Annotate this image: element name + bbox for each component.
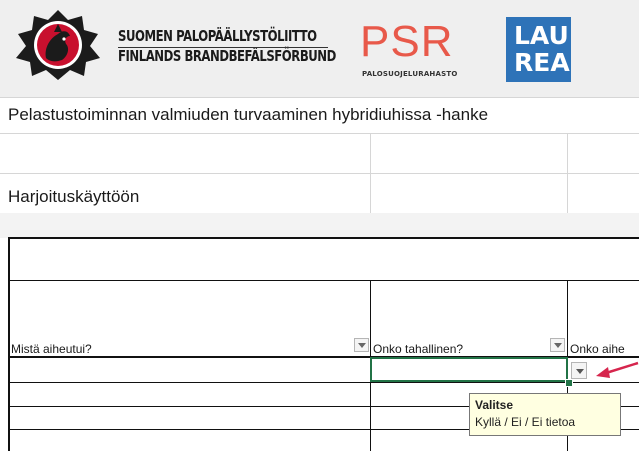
spl-name: SUOMEN PALOPÄÄLLYSTÖLIITTO FINLANDS BRAN… — [118, 26, 397, 66]
dropdown-arrow-icon — [358, 343, 366, 348]
annotation-arrow-icon — [596, 361, 639, 378]
psr-subtitle: PALOSUOJELURAHASTO — [362, 70, 458, 78]
gridline — [567, 133, 568, 213]
psr-logo: PSR — [360, 17, 454, 66]
row-spacer — [0, 213, 639, 238]
laurea-logo: LAU REA — [506, 17, 571, 82]
fill-handle[interactable] — [565, 379, 573, 387]
column-header-cause: Onko aihe — [570, 342, 625, 356]
validation-tooltip: Valitse Kyllä / Ei / Ei tietoa — [469, 393, 621, 436]
practice-label-cell[interactable]: Harjoituskäyttöön — [8, 187, 139, 207]
dropdown-arrow-icon — [576, 369, 584, 374]
filter-dropdown-intentional[interactable] — [550, 338, 565, 352]
column-header-intentional: Onko tahallinen? — [373, 342, 464, 356]
row-border — [8, 382, 639, 383]
spl-divider — [118, 47, 328, 48]
tooltip-title: Valitse — [475, 398, 514, 412]
laurea-line-1: LAU — [514, 21, 569, 50]
logo-header: SUOMEN PALOPÄÄLLYSTÖLIITTO FINLANDS BRAN… — [0, 0, 639, 97]
laurea-line-2: REA — [514, 48, 570, 77]
spl-emblem-icon — [16, 10, 100, 80]
spl-name-sv: FINLANDS BRANDBEFÄLSFÖRBUND — [118, 47, 336, 65]
spl-name-fi: SUOMEN PALOPÄÄLLYSTÖLIITTO — [118, 27, 317, 45]
filter-dropdown-source[interactable] — [354, 338, 369, 352]
selected-cell[interactable] — [370, 357, 568, 382]
tooltip-body: Kyllä / Ei / Ei tietoa — [475, 415, 576, 429]
gridline — [0, 173, 639, 174]
cell-dropdown-button[interactable] — [571, 362, 587, 379]
column-header-source: Mistä aiheutui? — [11, 342, 92, 356]
gridline — [0, 97, 639, 98]
gridline — [0, 133, 639, 134]
project-title-cell[interactable]: Pelastustoiminnan valmiuden turvaaminen … — [8, 105, 488, 125]
table-border — [8, 280, 639, 281]
gridline — [370, 133, 371, 213]
dropdown-arrow-icon — [554, 343, 562, 348]
